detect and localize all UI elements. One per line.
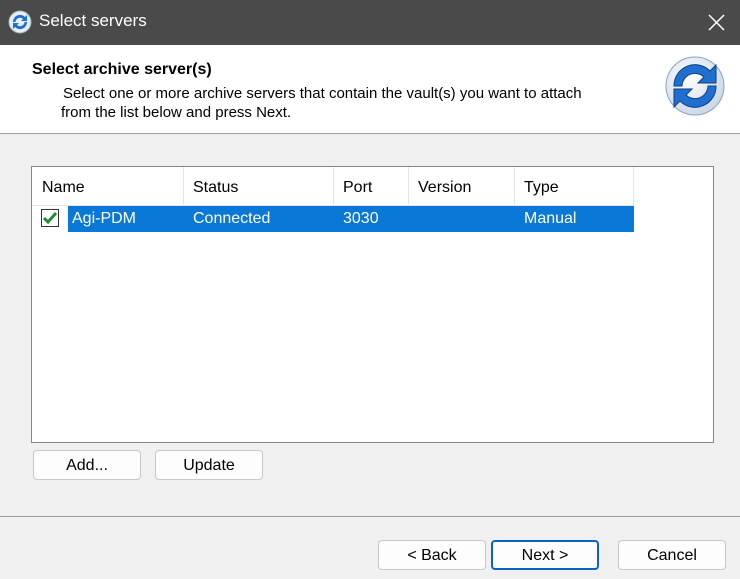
checkmark-icon xyxy=(42,212,58,225)
header-description-line2: from the list below and press Next. xyxy=(61,104,292,121)
column-header-port[interactable]: Port xyxy=(333,167,409,205)
header-description-line1: Select one or more archive servers that … xyxy=(63,85,582,102)
row-checkbox[interactable] xyxy=(41,209,59,227)
sync-arrows-icon xyxy=(664,55,726,117)
column-label: Port xyxy=(343,179,373,196)
column-label: Version xyxy=(418,179,472,196)
cell-status: Connected xyxy=(193,210,271,227)
close-button[interactable] xyxy=(694,0,740,45)
header-title: Select archive server(s) xyxy=(32,61,212,78)
column-header-version[interactable]: Version xyxy=(408,167,515,205)
close-icon xyxy=(708,14,725,31)
server-list[interactable]: Name Status Port Version Type Agi-PDM Co… xyxy=(31,166,714,443)
column-header-type[interactable]: Type xyxy=(514,167,634,205)
footer-divider xyxy=(0,516,740,517)
cell-name: Agi-PDM xyxy=(72,210,137,227)
column-label: Type xyxy=(524,179,559,196)
cell-type: Manual xyxy=(524,210,577,227)
list-header: Name Status Port Version Type xyxy=(32,167,634,206)
next-button[interactable]: Next > xyxy=(491,540,599,570)
update-button[interactable]: Update xyxy=(155,450,263,480)
cancel-button[interactable]: Cancel xyxy=(618,540,726,570)
table-row[interactable]: Agi-PDM Connected 3030 Manual xyxy=(32,206,634,232)
header-description: Select one or more archive servers that … xyxy=(61,84,643,122)
wizard-header: Select archive server(s) Select one or m… xyxy=(0,45,740,134)
column-label: Status xyxy=(193,179,239,196)
back-button[interactable]: < Back xyxy=(378,540,486,570)
column-label: Name xyxy=(42,179,85,196)
column-header-name[interactable]: Name xyxy=(32,167,184,205)
window-title: Select servers xyxy=(39,11,147,30)
add-button[interactable]: Add... xyxy=(33,450,141,480)
cell-port: 3030 xyxy=(343,210,379,227)
app-icon xyxy=(8,10,32,34)
title-bar: Select servers xyxy=(0,0,740,45)
column-header-status[interactable]: Status xyxy=(183,167,334,205)
